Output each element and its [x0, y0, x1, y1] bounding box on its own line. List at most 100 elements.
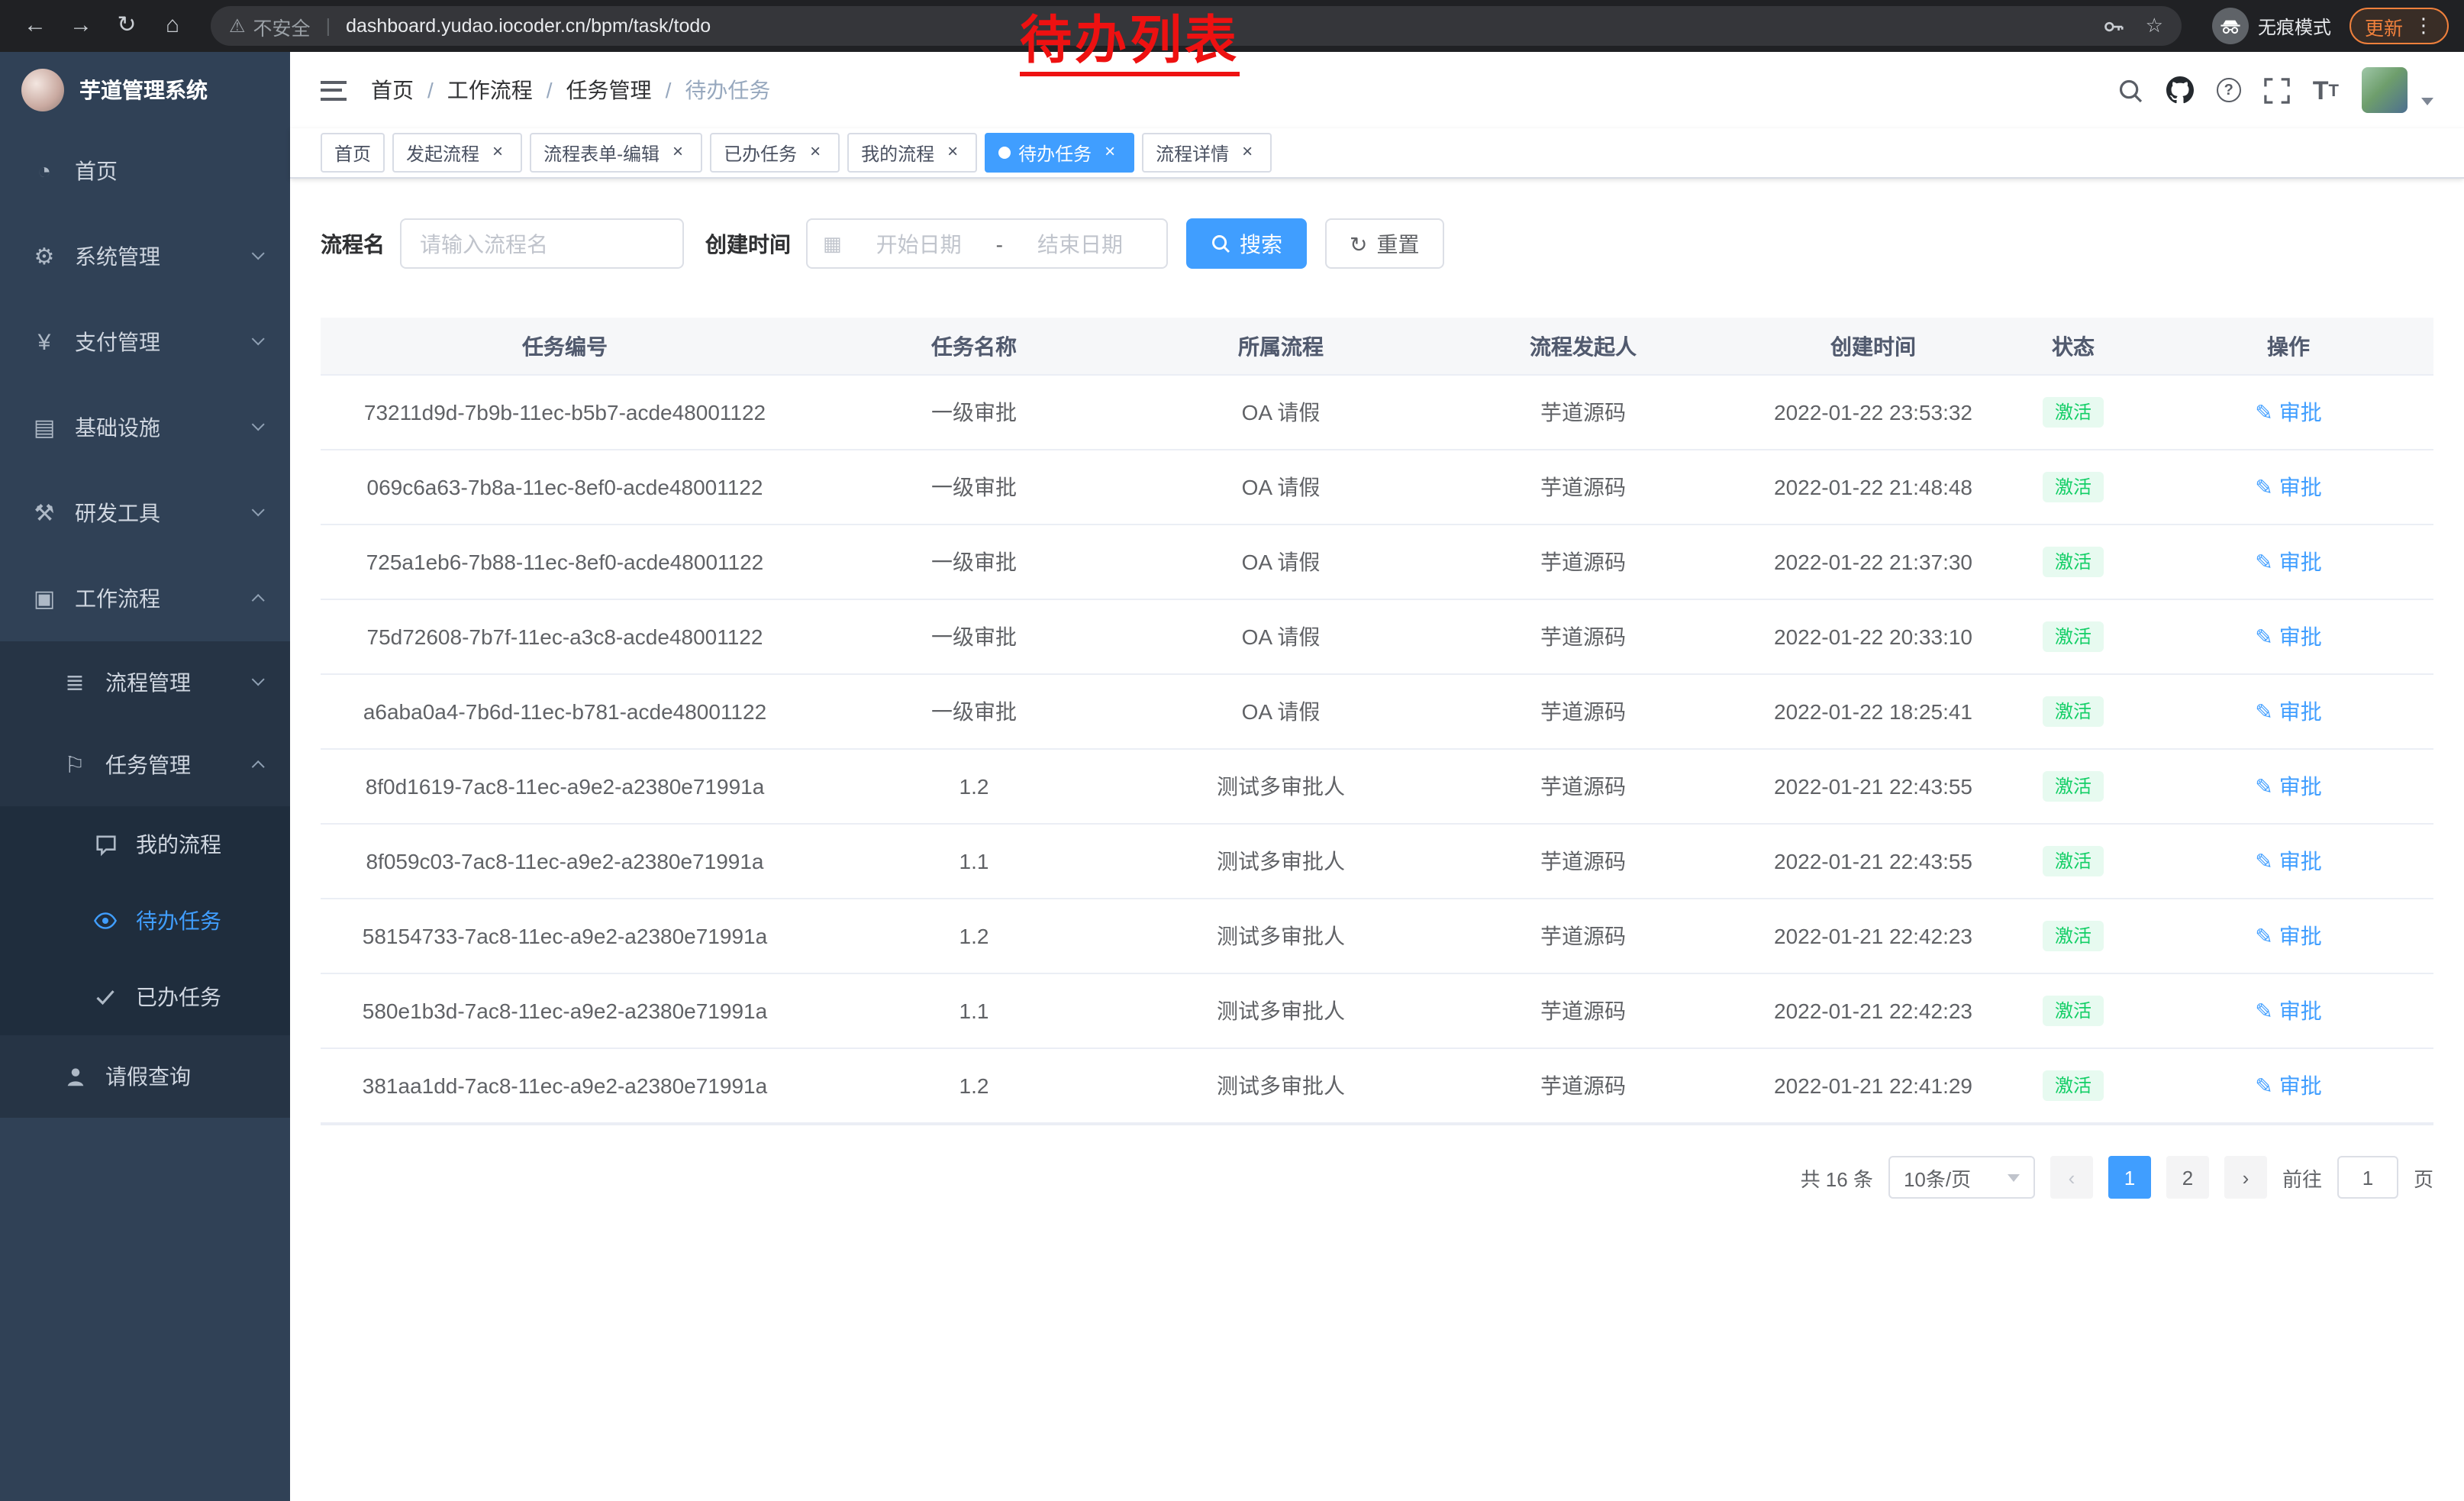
starter-cell: 芋道源码: [1423, 397, 1743, 428]
font-size-icon[interactable]: [2313, 77, 2339, 103]
approve-link[interactable]: ✎ 审批: [2255, 696, 2321, 727]
breadcrumb-item[interactable]: 任务管理: [566, 75, 685, 105]
end-date-input[interactable]: [1009, 230, 1151, 257]
tab-chip[interactable]: 待办任务 ×: [985, 133, 1134, 173]
approve-link[interactable]: ✎ 审批: [2255, 996, 2321, 1026]
task-id-cell: 73211d9d-7b9b-11ec-b5b7-acde48001122: [321, 400, 809, 424]
action-cell: ✎ 审批: [2143, 397, 2433, 428]
approve-link[interactable]: ✎ 审批: [2255, 547, 2321, 577]
column-header: 流程发起人: [1423, 331, 1743, 361]
star-icon[interactable]: ☆: [2146, 14, 2163, 38]
page-button-1[interactable]: 1: [2108, 1156, 2151, 1199]
sidebar-item-system[interactable]: ⚙ 系统管理: [0, 214, 290, 299]
sidebar-item-infrastructure[interactable]: ▤ 基础设施: [0, 385, 290, 470]
table-row: 580e1b3d-7ac8-11ec-a9e2-a2380e71991a 1.1…: [321, 974, 2433, 1049]
tab-label: 流程表单-编辑: [543, 140, 660, 166]
tab-chip[interactable]: 流程详情 ×: [1142, 133, 1272, 173]
menu-label: 工作流程: [75, 583, 160, 614]
app-logo[interactable]: 芋道管理系统: [0, 52, 290, 128]
close-icon[interactable]: ×: [487, 142, 508, 163]
tab-chip[interactable]: 发起流程 ×: [392, 133, 522, 173]
close-icon[interactable]: ×: [1237, 142, 1258, 163]
sidebar-item-devtools[interactable]: ⚒ 研发工具: [0, 470, 290, 556]
reset-button[interactable]: ↻ 重置: [1325, 218, 1443, 269]
status-badge: 激活: [2043, 472, 2104, 502]
update-button[interactable]: 更新 ⋮: [2350, 8, 2449, 44]
page-size-select[interactable]: 10条/页: [1888, 1156, 2035, 1199]
table-row: 381aa1dd-7ac8-11ec-a9e2-a2380e71991a 1.2…: [321, 1049, 2433, 1124]
prev-page-button[interactable]: ‹: [2050, 1156, 2093, 1199]
approve-link[interactable]: ✎ 审批: [2255, 472, 2321, 502]
close-icon[interactable]: ×: [805, 142, 826, 163]
back-icon[interactable]: ←: [15, 6, 55, 46]
chevron-up-icon: [251, 760, 265, 774]
annotation-title: 待办列表: [1020, 15, 1240, 76]
column-header: 所属流程: [1139, 331, 1423, 361]
sidebar: 芋道管理系统 ◔ 首页 ⚙ 系统管理 ¥ 支付管理 ▤: [0, 52, 290, 1501]
search-button[interactable]: 搜索: [1186, 218, 1307, 269]
task-name-cell: 一级审批: [809, 696, 1139, 727]
sidebar-item-task-mgmt[interactable]: ⚐ 任务管理: [0, 724, 290, 806]
tab-chip[interactable]: 首页: [321, 133, 385, 173]
chevron-down-icon[interactable]: [2421, 97, 2433, 105]
sidebar-item-todo-task[interactable]: 待办任务: [0, 883, 290, 959]
tab-chip[interactable]: 已办任务 ×: [710, 133, 840, 173]
task-id-cell: 75d72608-7b7f-11ec-a3c8-acde48001122: [321, 625, 809, 649]
sidebar-item-process-mgmt[interactable]: ≣ 流程管理: [0, 641, 290, 724]
approve-link[interactable]: ✎ 审批: [2255, 846, 2321, 876]
table-row: 75d72608-7b7f-11ec-a3c8-acde48001122 一级审…: [321, 600, 2433, 675]
sidebar-item-leave-query[interactable]: 请假查询: [0, 1035, 290, 1118]
sidebar-collapse-icon[interactable]: [321, 80, 347, 100]
status-badge: 激活: [2043, 846, 2104, 876]
sidebar-item-done-task[interactable]: 已办任务: [0, 959, 290, 1035]
approve-link[interactable]: ✎ 审批: [2255, 397, 2321, 428]
approve-link[interactable]: ✎ 审批: [2255, 1070, 2321, 1101]
process-cell: OA 请假: [1139, 547, 1423, 577]
close-icon[interactable]: ×: [1099, 142, 1121, 163]
sidebar-item-home[interactable]: ◔ 首页: [0, 128, 290, 214]
date-range-picker[interactable]: ▦ -: [806, 218, 1168, 269]
reload-icon[interactable]: ↻: [107, 6, 147, 46]
pencil-icon: ✎: [2255, 699, 2272, 725]
search-button-label: 搜索: [1240, 228, 1282, 259]
sidebar-item-workflow[interactable]: ▣ 工作流程: [0, 556, 290, 641]
forward-icon[interactable]: →: [61, 6, 101, 46]
approve-link[interactable]: ✎ 审批: [2255, 621, 2321, 652]
breadcrumb-item[interactable]: 待办任务: [685, 75, 770, 105]
gear-icon: ⚙: [31, 243, 58, 270]
fullscreen-icon[interactable]: [2264, 77, 2290, 103]
next-page-button[interactable]: ›: [2224, 1156, 2267, 1199]
chevron-up-icon: [251, 594, 265, 608]
refresh-icon: ↻: [1350, 233, 1367, 254]
search-icon[interactable]: [2117, 77, 2143, 103]
sidebar-item-my-process[interactable]: 我的流程: [0, 806, 290, 883]
github-icon[interactable]: [2166, 76, 2194, 104]
page-button-2[interactable]: 2: [2166, 1156, 2209, 1199]
process-name-input[interactable]: [400, 218, 684, 269]
breadcrumb-item[interactable]: 工作流程: [447, 75, 566, 105]
close-icon[interactable]: ×: [667, 142, 689, 163]
sidebar-item-payment[interactable]: ¥ 支付管理: [0, 299, 290, 385]
tab-chip[interactable]: 流程表单-编辑 ×: [530, 133, 702, 173]
start-date-input[interactable]: [848, 230, 990, 257]
approve-link[interactable]: ✎ 审批: [2255, 921, 2321, 951]
close-icon[interactable]: ×: [942, 142, 963, 163]
breadcrumb-item[interactable]: 首页: [371, 75, 447, 105]
approve-link[interactable]: ✎ 审批: [2255, 771, 2321, 802]
approve-link-label: 审批: [2279, 397, 2322, 428]
status-badge: 激活: [2043, 921, 2104, 951]
total-count: 共 16 条: [1801, 1163, 1873, 1192]
menu-dots-icon[interactable]: ⋮: [2414, 14, 2433, 38]
home-icon[interactable]: ⌂: [153, 6, 192, 46]
goto-page-input[interactable]: [2337, 1156, 2398, 1199]
approve-link-label: 审批: [2279, 1070, 2322, 1101]
security-label[interactable]: 不安全: [253, 11, 311, 40]
pencil-icon: ✎: [2255, 1073, 2272, 1099]
starter-cell: 芋道源码: [1423, 996, 1743, 1026]
help-icon[interactable]: [2217, 78, 2241, 102]
approve-link-label: 审批: [2279, 996, 2322, 1026]
user-avatar[interactable]: [2362, 67, 2408, 113]
key-icon[interactable]: [2103, 15, 2126, 37]
menu-label: 基础设施: [75, 412, 160, 443]
tab-chip[interactable]: 我的流程 ×: [847, 133, 977, 173]
